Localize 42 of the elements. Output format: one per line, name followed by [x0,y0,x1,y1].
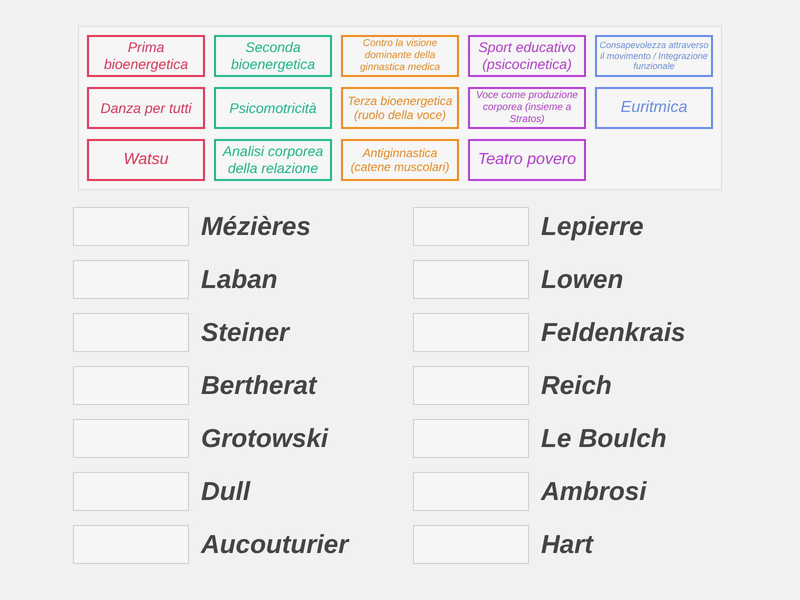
answer-card[interactable]: Terza bioenergetica (ruolo della voce) [341,87,459,129]
drop-slot[interactable] [73,260,189,299]
answer-card[interactable]: Teatro povero [468,139,586,181]
drop-slot[interactable] [73,525,189,564]
drop-slot[interactable] [413,472,529,511]
name-label: Laban [201,263,278,296]
drop-slot[interactable] [413,260,529,299]
name-label: Bertherat [201,369,317,402]
answer-card[interactable]: Euritmica [595,87,713,129]
drop-slot[interactable] [73,419,189,458]
name-label: Mézières [201,210,311,243]
name-label: Reich [541,369,612,402]
answer-card[interactable]: Danza per tutti [87,87,205,129]
name-label: Lowen [541,263,624,296]
answer-card[interactable]: Sport educativo (psicocinetica) [468,35,586,77]
answer-card[interactable]: Prima bioenergetica [87,35,205,77]
drop-slot[interactable] [413,525,529,564]
drop-slot[interactable] [413,313,529,352]
name-label: Feldenkrais [541,316,686,349]
answer-card[interactable]: Contro la visione dominante della ginnastica medica [341,35,459,77]
name-label: Lepierre [541,210,644,243]
name-label: Steiner [201,316,290,349]
name-label: Aucouturier [201,528,348,561]
drop-slot[interactable] [73,472,189,511]
answer-card[interactable]: Consapevolezza attraverso il movimento / Integrazione funzionale [595,35,713,77]
answer-card[interactable]: Voce come produzione corporea (insieme a Stratos) [468,87,586,129]
drop-slot[interactable] [73,313,189,352]
answer-card[interactable]: Watsu [87,139,205,181]
answer-card[interactable]: Antiginnastica (catene muscolari) [341,139,459,181]
answer-card[interactable]: Psicomotricità [214,87,332,129]
drop-slot[interactable] [73,366,189,405]
name-label: Dull [201,475,250,508]
drop-slot[interactable] [413,207,529,246]
name-label: Ambrosi [541,475,646,508]
drop-slot[interactable] [73,207,189,246]
answer-card[interactable]: Seconda bioenergetica [214,35,332,77]
name-label: Le Boulch [541,422,667,455]
answer-card[interactable]: Analisi corporea della relazione [214,139,332,181]
name-label: Grotowski [201,422,328,455]
drop-slot[interactable] [413,366,529,405]
drop-slot[interactable] [413,419,529,458]
name-label: Hart [541,528,594,561]
